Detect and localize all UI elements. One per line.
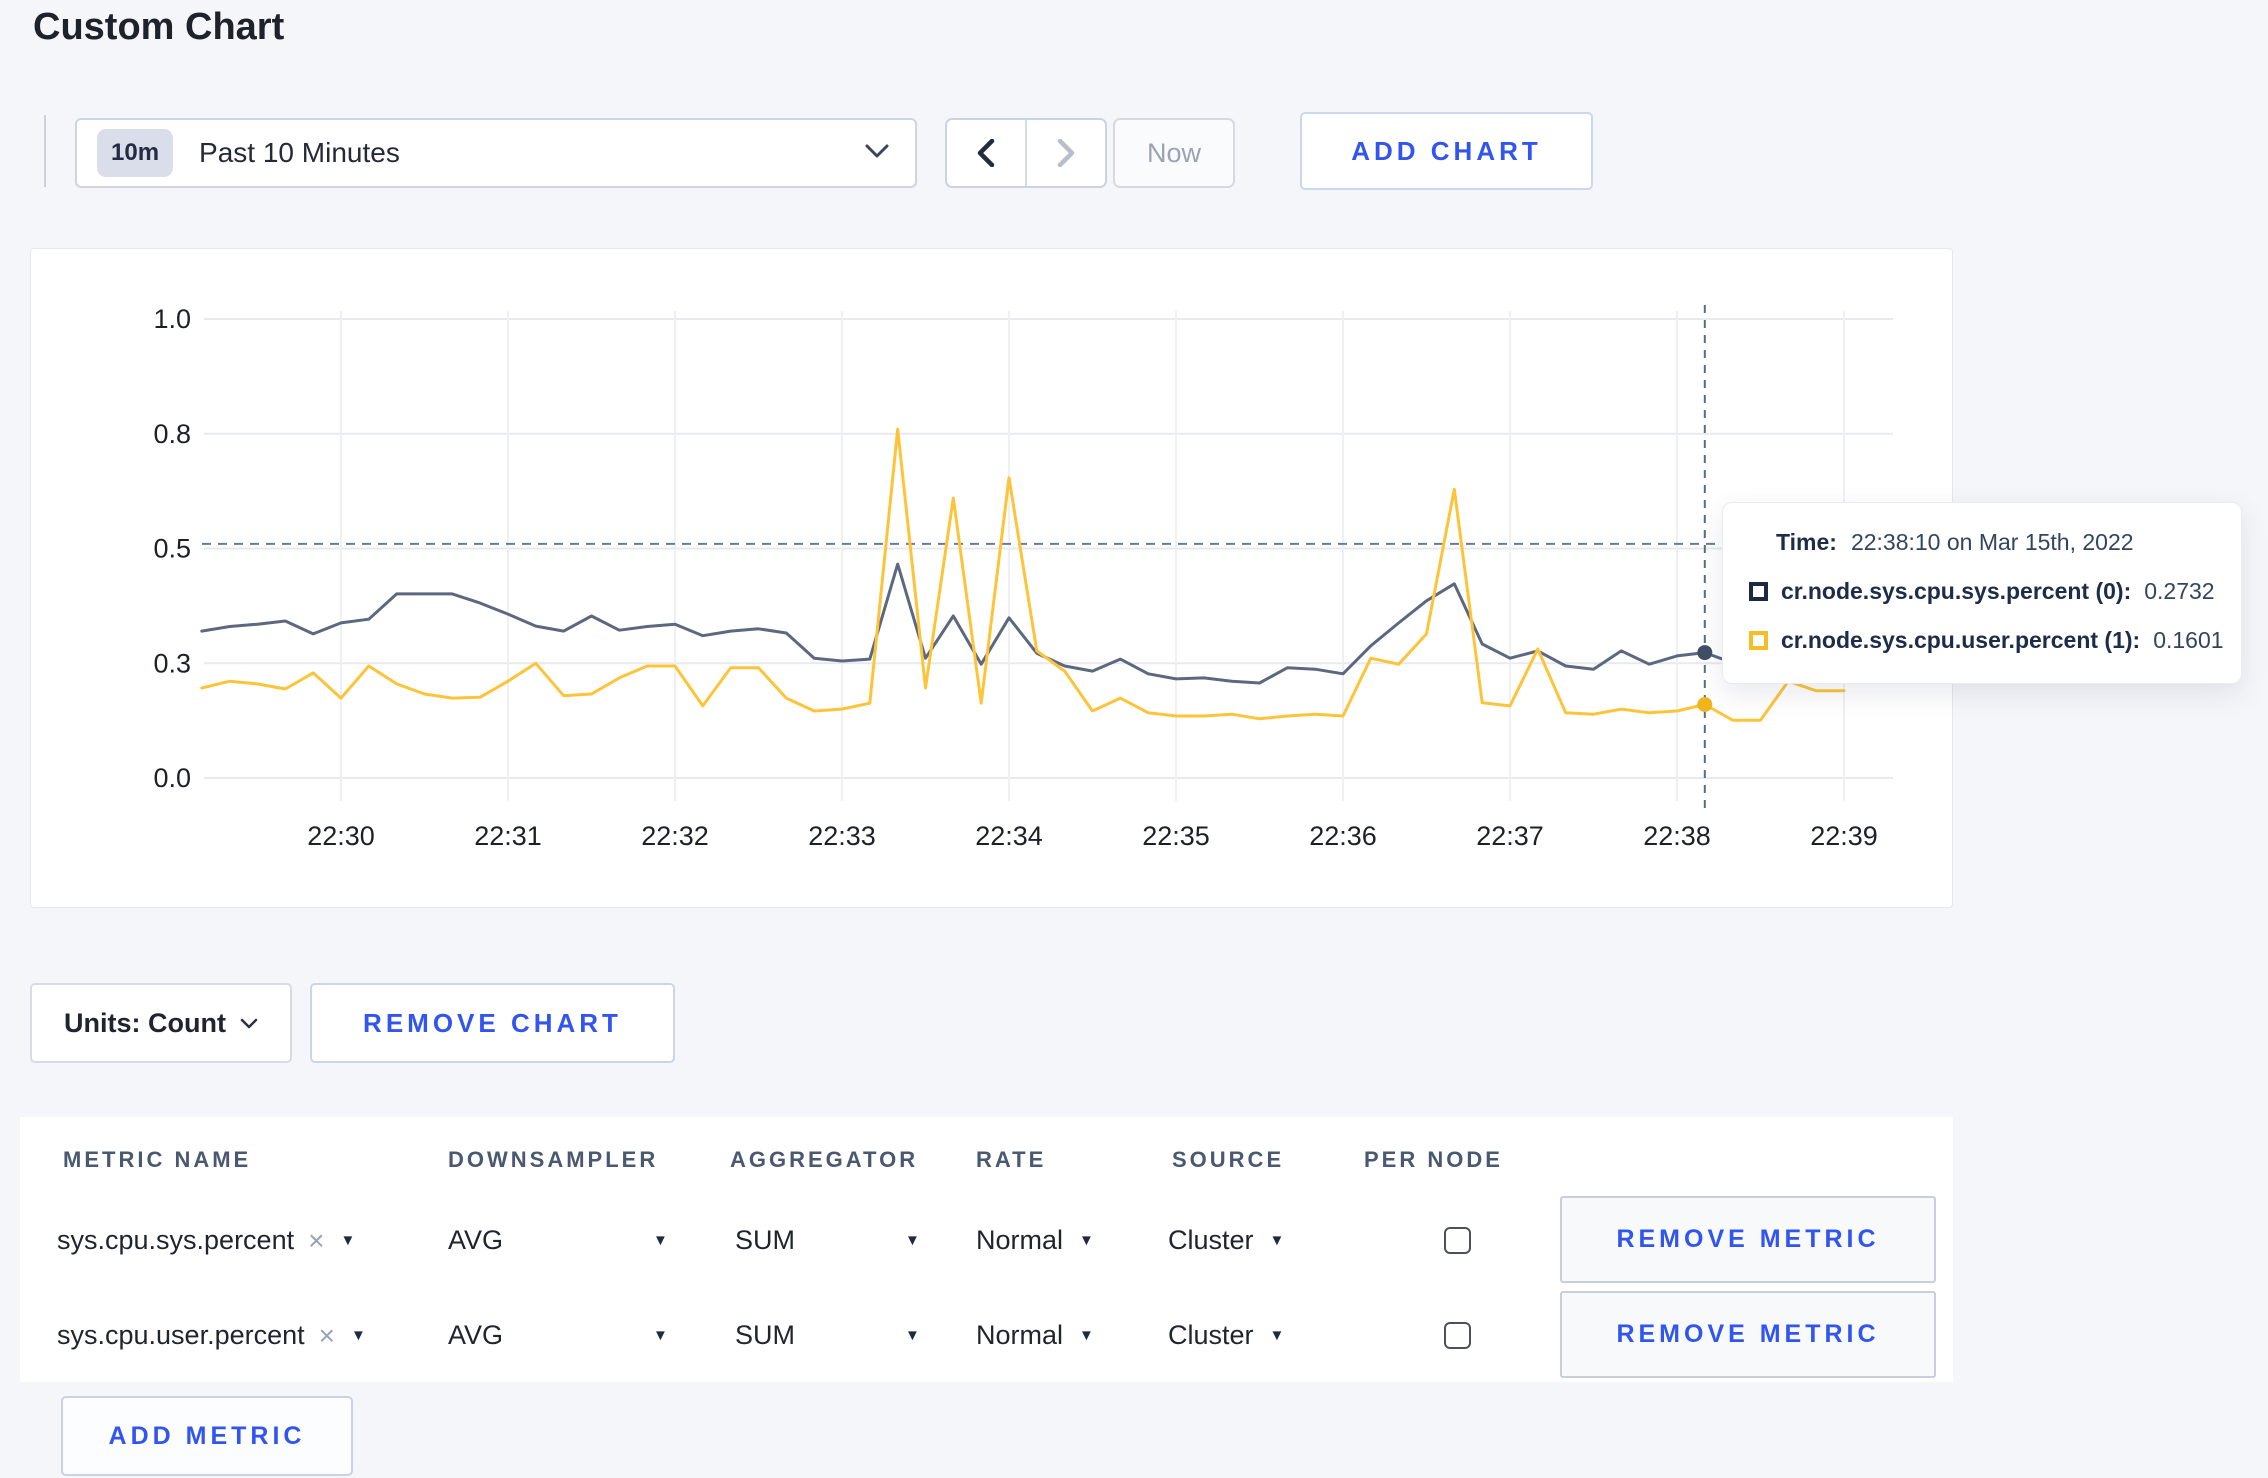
metric-row: sys.cpu.user.percent × ▼ AVG ▼ SUM ▼ Nor… (20, 1288, 1953, 1383)
now-button[interactable]: Now (1113, 118, 1235, 188)
metric-name-label: sys.cpu.user.percent (57, 1320, 305, 1350)
metric-name-select[interactable]: sys.cpu.sys.percent × ▼ (57, 1193, 355, 1288)
add-metric-button[interactable]: ADD METRIC (61, 1396, 353, 1476)
svg-text:22:33: 22:33 (808, 821, 876, 851)
time-range-label: Past 10 Minutes (199, 137, 400, 168)
col-header-metric-name: METRIC NAME (63, 1147, 252, 1172)
rate-value: Normal (976, 1320, 1064, 1350)
chevron-down-icon (865, 144, 889, 163)
svg-text:1.0: 1.0 (153, 304, 191, 334)
col-header-aggregator: AGGREGATOR (730, 1147, 919, 1172)
svg-text:22:37: 22:37 (1476, 821, 1544, 851)
svg-text:22:38: 22:38 (1643, 821, 1711, 851)
tooltip-series-row: cr.node.sys.cpu.user.percent (1): 0.1601 (1749, 627, 2241, 654)
time-next-button[interactable] (1027, 120, 1105, 186)
chart-hover-tooltip: Time: 22:38:10 on Mar 15th, 2022 cr.node… (1722, 502, 2242, 684)
units-select[interactable]: Units: Count (30, 983, 292, 1063)
remove-metric-button[interactable]: REMOVE METRIC (1560, 1196, 1936, 1283)
aggregator-value: SUM (735, 1320, 795, 1350)
downsampler-value: AVG (448, 1225, 504, 1255)
aggregator-select[interactable]: SUM ▼ (735, 1193, 920, 1288)
tooltip-series-name: cr.node.sys.cpu.sys.percent (0): (1781, 578, 2132, 604)
source-select[interactable]: Cluster ▼ (1168, 1288, 1284, 1383)
chart-card: 22:30 22:31 22:32 22:33 22:34 22:35 22:36 22:37… (30, 248, 1953, 908)
chevron-down-icon (240, 1018, 258, 1028)
svg-text:22:32: 22:32 (641, 821, 709, 851)
rate-value: Normal (976, 1225, 1064, 1255)
units-label: Units: Count (64, 1007, 226, 1038)
col-header-downsampler: DOWNSAMPLER (448, 1147, 659, 1172)
svg-text:22:36: 22:36 (1309, 821, 1377, 851)
remove-chart-button[interactable]: REMOVE CHART (310, 983, 675, 1063)
svg-text:22:31: 22:31 (474, 821, 542, 851)
tooltip-time-label: Time: (1776, 529, 1837, 555)
aggregator-select[interactable]: SUM ▼ (735, 1288, 920, 1383)
caret-down-icon: ▼ (351, 1327, 366, 1344)
downsampler-value: AVG (448, 1320, 504, 1350)
metrics-table: METRIC NAME DOWNSAMPLER AGGREGATOR RATE … (20, 1117, 1953, 1382)
caret-down-icon: ▼ (340, 1232, 356, 1249)
clear-metric-icon[interactable]: × (319, 1320, 335, 1352)
source-value: Cluster (1168, 1320, 1254, 1350)
tooltip-series-name: cr.node.sys.cpu.user.percent (1): (1781, 627, 2141, 653)
tooltip-series-value: 0.1601 (2153, 627, 2224, 653)
caret-down-icon: ▼ (1269, 1232, 1285, 1249)
per-node-checkbox[interactable] (1444, 1227, 1471, 1254)
svg-text:0.5: 0.5 (153, 534, 191, 564)
caret-down-icon: ▼ (1269, 1327, 1285, 1344)
series-user-swatch-icon (1749, 631, 1768, 650)
svg-text:22:30: 22:30 (307, 821, 375, 851)
metric-row: sys.cpu.sys.percent × ▼ AVG ▼ SUM ▼ Norm… (20, 1193, 1953, 1288)
svg-text:0.8: 0.8 (153, 419, 191, 449)
col-header-per-node: PER NODE (1364, 1147, 1503, 1172)
time-nav-group (945, 118, 1107, 188)
caret-down-icon: ▼ (1079, 1232, 1094, 1249)
svg-text:22:35: 22:35 (1142, 821, 1210, 851)
rate-select[interactable]: Normal ▼ (976, 1288, 1094, 1383)
clear-metric-icon[interactable]: × (308, 1225, 324, 1257)
col-header-rate: RATE (976, 1147, 1047, 1172)
chart-plot[interactable]: 22:30 22:31 22:32 22:33 22:34 22:35 22:36 22:37… (31, 249, 1952, 907)
toolbar-divider (44, 115, 46, 187)
source-value: Cluster (1168, 1225, 1254, 1255)
svg-text:0.0: 0.0 (153, 763, 191, 793)
tooltip-time-value: 22:38:10 on Mar 15th, 2022 (1850, 529, 2134, 555)
time-prev-button[interactable] (947, 120, 1027, 186)
tooltip-time-row: Time: 22:38:10 on Mar 15th, 2022 (1776, 529, 2241, 556)
caret-down-icon: ▼ (905, 1327, 920, 1344)
svg-text:22:39: 22:39 (1810, 821, 1878, 851)
source-select[interactable]: Cluster ▼ (1168, 1193, 1284, 1288)
tooltip-series-value: 0.2732 (2144, 578, 2215, 604)
tooltip-series-row: cr.node.sys.cpu.sys.percent (0): 0.2732 (1749, 578, 2241, 605)
time-range-badge: 10m (97, 129, 174, 177)
remove-metric-button[interactable]: REMOVE METRIC (1560, 1291, 1936, 1378)
metric-name-label: sys.cpu.sys.percent (57, 1225, 295, 1255)
caret-down-icon: ▼ (653, 1327, 668, 1344)
custom-chart-page: Custom Chart 10m Past 10 Minutes Now ADD… (0, 0, 2268, 1478)
caret-down-icon: ▼ (653, 1232, 668, 1249)
rate-select[interactable]: Normal ▼ (976, 1193, 1094, 1288)
per-node-checkbox[interactable] (1444, 1322, 1471, 1349)
aggregator-value: SUM (735, 1225, 795, 1255)
downsampler-select[interactable]: AVG ▼ (448, 1288, 668, 1383)
svg-text:22:34: 22:34 (975, 821, 1043, 851)
col-header-source: SOURCE (1172, 1147, 1285, 1172)
caret-down-icon: ▼ (905, 1232, 920, 1249)
page-title: Custom Chart (33, 6, 285, 48)
downsampler-select[interactable]: AVG ▼ (448, 1193, 668, 1288)
series-sys-swatch-icon (1749, 582, 1768, 601)
metric-name-select[interactable]: sys.cpu.user.percent × ▼ (57, 1288, 366, 1383)
time-range-select[interactable]: 10m Past 10 Minutes (75, 118, 917, 188)
caret-down-icon: ▼ (1079, 1327, 1094, 1344)
svg-text:0.3: 0.3 (153, 648, 191, 678)
add-chart-button[interactable]: ADD CHART (1300, 112, 1593, 190)
